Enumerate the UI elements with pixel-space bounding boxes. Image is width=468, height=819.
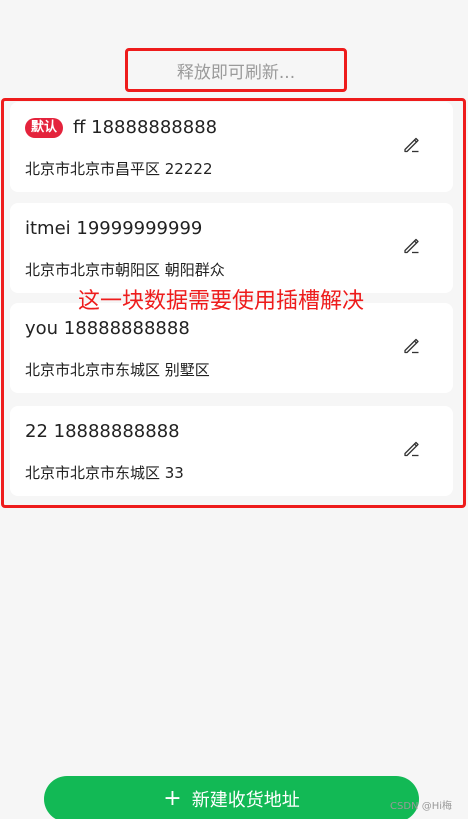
refresh-label: 释放即可刷新... [176, 62, 296, 83]
pull-refresh-indicator: 释放即可刷新... [125, 48, 347, 92]
address-page: 释放即可刷新... 默认 ff 18888888888 北京市北京市昌平区 22… [0, 0, 468, 819]
plus-icon: + [163, 786, 182, 811]
add-address-label: 新建收货地址 [191, 790, 300, 811]
watermark: CSDN @Hi梅 [390, 801, 452, 812]
add-address-button[interactable]: + 新建收货地址 [44, 776, 419, 819]
annotation-text: 这一块数据需要使用插槽解决 [78, 289, 365, 314]
